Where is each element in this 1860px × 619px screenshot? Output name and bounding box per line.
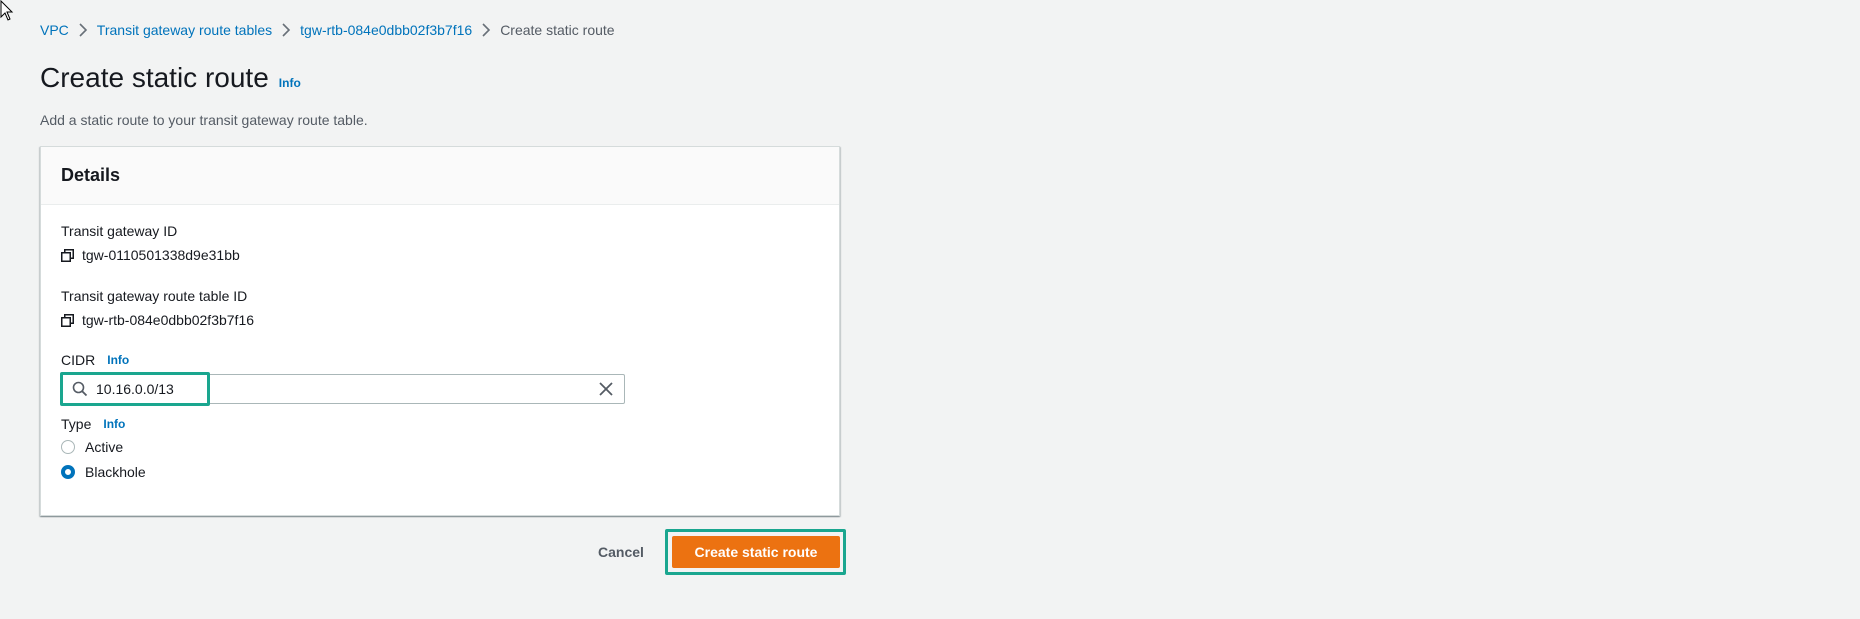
mouse-cursor-icon [0,0,14,21]
cidr-info-link[interactable]: Info [107,353,129,367]
breadcrumb-vpc[interactable]: VPC [40,20,69,40]
page: VPC Transit gateway route tables tgw-rtb… [0,0,1860,619]
breadcrumb: VPC Transit gateway route tables tgw-rtb… [40,20,615,40]
rtb-id-value-row: tgw-rtb-084e0dbb02f3b7f16 [61,310,254,330]
cidr-label: CIDR [61,352,96,368]
rtb-id-label: Transit gateway route table ID [61,288,248,304]
rtb-id-value: tgw-rtb-084e0dbb02f3b7f16 [82,312,255,328]
chevron-right-icon [69,20,97,40]
chevron-right-icon [272,20,300,40]
tgw-id-value: tgw-0110501338d9e31bb [82,247,240,263]
type-option-active[interactable]: Active [61,437,123,457]
create-static-route-button[interactable]: Create static route [672,536,840,568]
type-option-blackhole[interactable]: Blackhole [61,462,146,482]
radio-blackhole-label: Blackhole [85,464,146,480]
title-row: Create static route Info [40,60,301,96]
details-panel: Details Transit gateway ID tgw-011050133… [40,146,840,516]
chevron-right-icon [472,20,500,40]
cidr-input[interactable] [96,376,598,402]
cidr-input-container [61,374,625,404]
copy-icon[interactable] [61,248,74,262]
search-icon [72,381,88,397]
breadcrumb-route-table-id[interactable]: tgw-rtb-084e0dbb02f3b7f16 [300,20,472,40]
breadcrumb-current: Create static route [500,22,615,38]
form-actions: Cancel Create static route [0,529,1860,575]
page-title: Create static route [40,62,269,93]
copy-icon[interactable] [61,313,74,327]
breadcrumb-route-tables[interactable]: Transit gateway route tables [97,20,272,40]
clear-icon[interactable] [598,381,614,397]
type-info-link[interactable]: Info [103,417,125,431]
cancel-button[interactable]: Cancel [598,542,644,562]
details-panel-header: Details [41,147,839,205]
details-title: Details [61,165,121,185]
type-label-row: Type Info [61,414,125,434]
page-description: Add a static route to your transit gatew… [40,112,368,128]
radio-blackhole[interactable] [61,465,75,479]
tgw-id-value-row: tgw-0110501338d9e31bb [61,245,240,265]
type-label: Type [61,416,92,432]
radio-active-label: Active [85,439,124,455]
page-info-link[interactable]: Info [279,76,301,90]
tgw-id-label: Transit gateway ID [61,223,178,239]
cidr-label-row: CIDR Info [61,350,129,370]
radio-active[interactable] [61,440,75,454]
